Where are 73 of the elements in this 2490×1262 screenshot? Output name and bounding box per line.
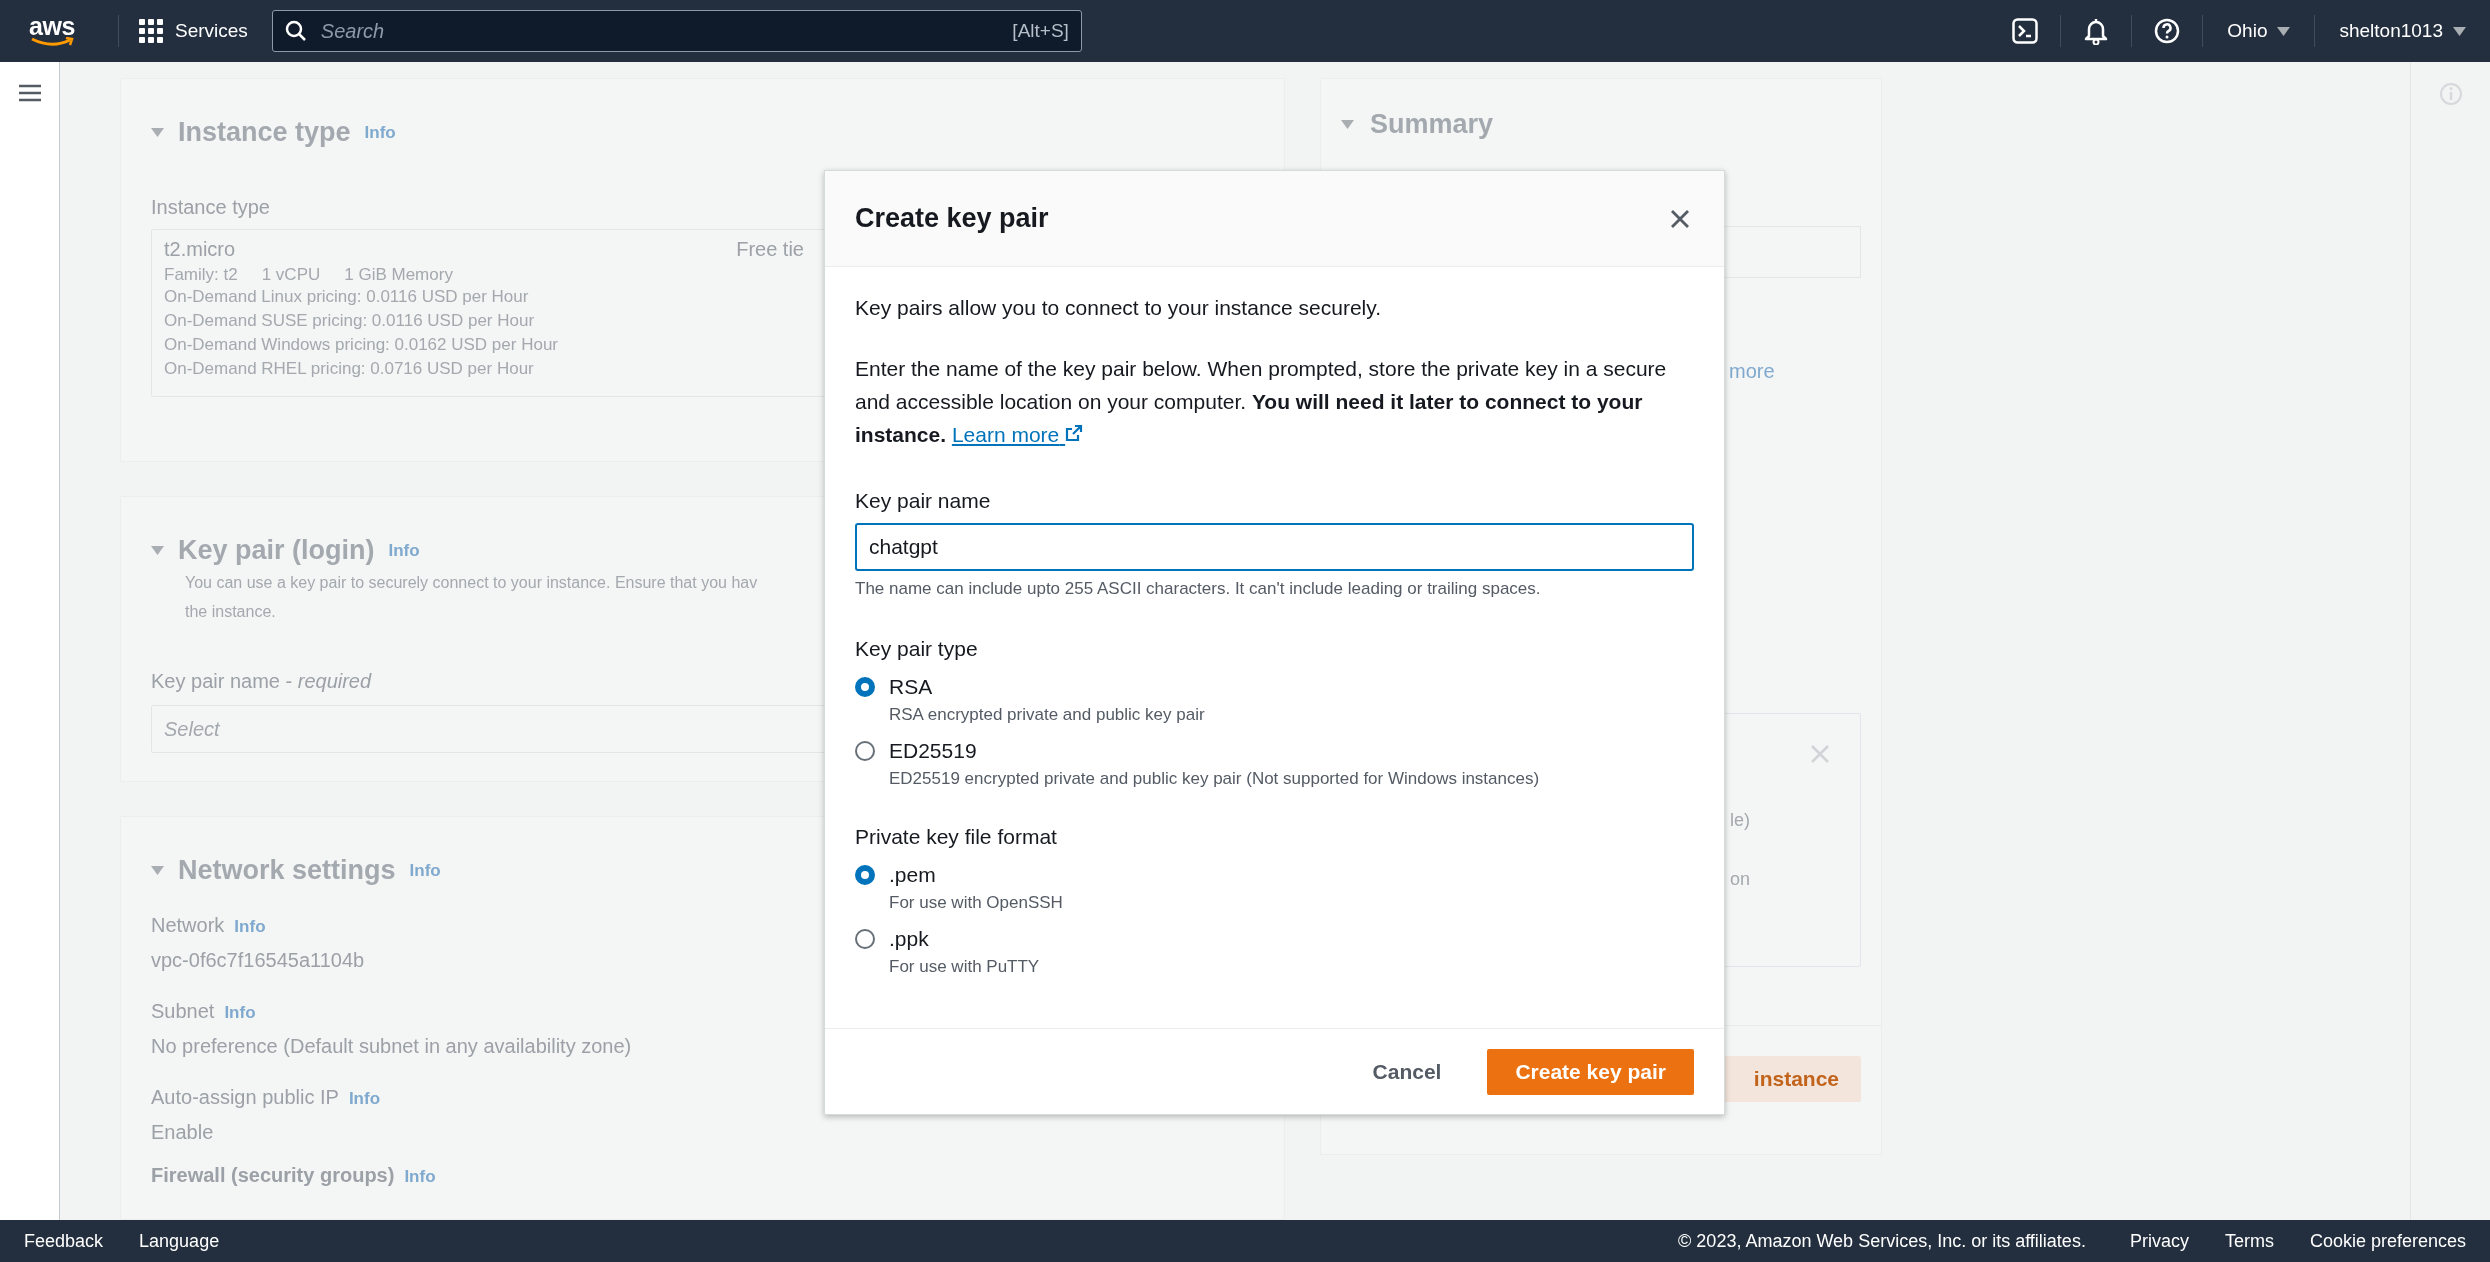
caret-icon: [2277, 26, 2291, 36]
pricing-line: On-Demand SUSE pricing: 0.0116 USD per Hour: [164, 310, 535, 332]
copyright-text: © 2023, Amazon Web Services, Inc. or its affiliates.: [1678, 1230, 2086, 1252]
footer-link[interactable]: Feedback: [24, 1230, 104, 1252]
radio-button[interactable]: [855, 741, 875, 761]
field-value: Enable: [151, 1121, 214, 1144]
instance-name: t2.micro: [164, 238, 236, 261]
external-link-icon: [1065, 424, 1084, 442]
menu-icon[interactable]: [18, 84, 41, 102]
instance-spec: Family: t2: [164, 265, 238, 285]
field-value: vpc-0f6c7f16545a1104b: [151, 949, 365, 972]
tier-label: Free tie: [736, 238, 804, 261]
radio-button[interactable]: [855, 677, 875, 697]
key-pair-name-field[interactable]: chatgpt: [855, 523, 1694, 571]
search-field[interactable]: Search [Alt+S]: [271, 10, 1082, 52]
field-label: Key pair name - required: [151, 670, 372, 693]
search-input[interactable]: Search: [318, 18, 1001, 44]
footer-link[interactable]: Terms: [2224, 1230, 2274, 1252]
pricing-line: On-Demand Linux pricing: 0.0116 USD per Hour: [164, 286, 529, 308]
help-icon[interactable]: [2154, 18, 2181, 44]
section-description: You can use a key pair to securely connect to your instance. Ensure that you hav: [185, 573, 758, 593]
search-icon: [284, 20, 307, 42]
group-label: Key pair type: [855, 637, 979, 661]
learn-more-link[interactable]: Learn more: [951, 423, 1084, 446]
radio-button[interactable]: [855, 865, 875, 885]
cancel-button[interactable]: Cancel: [1354, 1049, 1460, 1094]
footer-link[interactable]: Cookie preferences: [2309, 1230, 2466, 1252]
field-label: Instance type: [151, 196, 270, 219]
section-title: Summary: [1370, 109, 1494, 140]
option-description: RSA encrypted private and public key pair: [889, 705, 1206, 725]
card-text: le): [1730, 810, 1750, 831]
grid-icon: [139, 19, 163, 43]
collapse-caret-icon: [151, 128, 164, 137]
collapse-caret-icon: [151, 866, 164, 875]
instructions-text: Enter the name of the key pair below. When prompted, store the private key in a secure and accessible location on your computer. You will need it later to connect to your instance. Learn more: [855, 356, 1668, 448]
option-label: .pem: [889, 863, 937, 887]
caret-icon: [2453, 26, 2466, 36]
field-label: Key pair name: [855, 489, 992, 513]
region-menu[interactable]: Ohio: [2203, 20, 2315, 42]
footer-link[interactable]: Language: [139, 1230, 220, 1252]
dialog-title: Create key pair: [855, 203, 1049, 234]
option-description: ED25519 encrypted private and public key pair (Not supported for Windows instances): [889, 769, 1541, 789]
option-description: For use with PuTTY: [889, 957, 1041, 977]
option-description: For use with OpenSSH: [889, 893, 1064, 913]
instance-spec: 1 GiB Memory: [344, 265, 453, 285]
collapse-caret-icon: [151, 546, 164, 555]
group-label: Private key file format: [855, 825, 1058, 849]
section-title: Instance type: [178, 117, 351, 148]
pricing-line: On-Demand RHEL pricing: 0.0716 USD per Hour: [164, 358, 534, 380]
card-text: on: [1730, 869, 1751, 890]
field-hint: The name can include upto 255 ASCII characters. It can't include leading or trailing spaces.: [855, 579, 1542, 599]
option-label: RSA: [889, 675, 934, 699]
field-label: Network: [151, 914, 225, 937]
aws-logo[interactable]: aws: [26, 15, 78, 47]
shortcut-hint: [Alt+S]: [1012, 20, 1069, 42]
pricing-line: On-Demand Windows pricing: 0.0162 USD per Hour: [164, 334, 558, 356]
radio-button[interactable]: [855, 929, 875, 949]
section-title: Network settings: [178, 855, 396, 886]
field-label: Firewall (security groups): [151, 1164, 395, 1187]
field-label: Auto-assign public IP: [151, 1086, 339, 1109]
field-label: Subnet: [151, 1000, 215, 1023]
instance-spec: 1 vCPU: [261, 265, 321, 285]
footer-link[interactable]: Privacy: [2129, 1230, 2189, 1252]
intro-text: Key pairs allow you to connect to your instance securely.: [855, 295, 1383, 321]
account-menu[interactable]: shelton1013: [2315, 20, 2490, 42]
services-menu[interactable]: Services: [139, 19, 248, 43]
option-label: .ppk: [889, 927, 930, 951]
collapse-caret-icon: [1341, 120, 1354, 129]
section-description: the instance.: [185, 602, 276, 622]
bell-icon[interactable]: [2083, 17, 2110, 45]
field-value: No preference (Default subnet in any availability zone): [151, 1035, 632, 1058]
section-title: Key pair (login): [178, 535, 375, 566]
terminal-icon[interactable]: [2012, 18, 2039, 44]
